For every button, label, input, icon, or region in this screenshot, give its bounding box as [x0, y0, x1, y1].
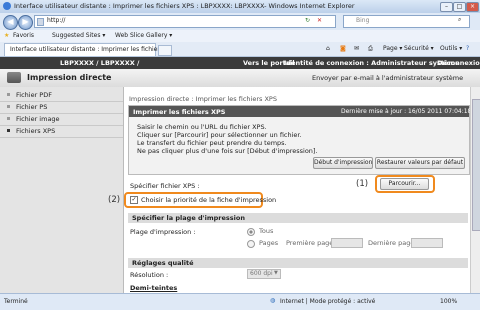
halftone-section-header: Demi-teintes [130, 284, 178, 292]
new-tab-button[interactable] [158, 45, 172, 56]
zone-text: Internet | Mode protégé : activé [280, 298, 376, 305]
ie-icon [3, 2, 11, 10]
search-icon[interactable]: ⌕ [458, 16, 461, 24]
home-icon[interactable]: ⌂ [326, 45, 330, 52]
instruction-line: Cliquer sur [Parcourir] pour sélectionne… [137, 131, 302, 139]
bullet-icon [7, 93, 10, 96]
range-pages-radio[interactable] [247, 240, 255, 248]
breadcrumb: Impression directe : Imprimer les fichie… [129, 95, 277, 103]
first-page-field[interactable] [331, 238, 363, 248]
forward-button[interactable]: ▶ [18, 15, 33, 30]
ticket-checkbox-label: Choisir la priorité de la fiche d'impres… [141, 196, 277, 204]
tools-menu[interactable]: Outils ▾ [440, 45, 462, 52]
ticket-checkbox[interactable]: ✓ [130, 196, 138, 204]
security-menu[interactable]: Sécurité ▾ [404, 45, 434, 52]
favorites-button[interactable]: Favoris [13, 32, 34, 39]
print-app-icon [7, 72, 21, 83]
device-header-bar: LBPXXXX / LBPXXXX / Vers le portail Iden… [0, 57, 480, 69]
status-text: Terminé [4, 298, 28, 305]
bullet-icon [7, 105, 10, 108]
chevron-down-icon: ▼ [274, 270, 278, 276]
mail-icon[interactable]: ✉ [354, 45, 359, 52]
bullet-icon [7, 129, 10, 132]
sidebar-item-xps[interactable]: Fichiers XPS [0, 125, 123, 138]
bullet-icon [7, 117, 10, 120]
instruction-line: Le transfert du fichier peut prendre du … [137, 139, 287, 147]
login-info: Identité de connexion : Administrateur s… [284, 59, 460, 67]
suggested-sites-link[interactable]: Suggested Sites ▾ [52, 32, 105, 39]
scrollbar[interactable] [470, 87, 480, 293]
web-slice-gallery-link[interactable]: Web Slice Gallery ▾ [115, 32, 172, 39]
star-icon: ★ [4, 32, 10, 39]
close-button[interactable]: × [466, 2, 479, 12]
start-print-button[interactable]: Début d'impression [313, 157, 373, 169]
tab-title: Interface utilisateur distante : Imprime… [10, 46, 171, 53]
page-icon [37, 18, 44, 26]
zoom-level[interactable]: 100% [440, 298, 457, 305]
instruction-line: Ne pas cliquer plus d'une fois sur [Débu… [137, 147, 318, 155]
file-label: Spécifier fichier XPS : [130, 182, 200, 190]
help-icon[interactable]: ? [466, 45, 469, 52]
url-input[interactable]: http:// ↻ ✕ [34, 15, 336, 28]
url-text: http:// [47, 17, 66, 24]
back-button[interactable]: ◀ [3, 15, 18, 30]
instruction-line: Saisir le chemin ou l'URL du fichier XPS… [137, 123, 267, 131]
callout-1: (1) [356, 179, 369, 189]
last-page-field[interactable] [411, 238, 443, 248]
logout-link[interactable]: Déconnexion [437, 59, 480, 67]
mail-admin-link[interactable]: Envoyer par e-mail à l'administrateur sy… [312, 74, 463, 82]
range-all-radio[interactable] [247, 228, 255, 236]
status-bar: Terminé ◍ Internet | Mode protégé : acti… [0, 293, 480, 310]
refresh-icon[interactable]: ↻ [305, 17, 310, 24]
panel-title: Imprimer les fichiers XPS [133, 108, 226, 116]
range-pages-label: Pages [259, 239, 279, 247]
search-input[interactable]: Bing ⌕ [343, 15, 470, 28]
print-xps-panel: Imprimer les fichiers XPS Dernière mise … [128, 105, 472, 175]
callout-2: (2) [108, 195, 121, 205]
print-icon[interactable]: ⎙ [368, 45, 373, 53]
resolution-select[interactable]: 600 dpi ▼ [247, 269, 281, 279]
restore-defaults-button[interactable]: Restaurer valeurs par défaut [375, 157, 465, 169]
range-section-header: Spécifier la plage d'impression [128, 213, 468, 223]
feeds-icon[interactable]: ◙ [340, 45, 346, 52]
search-placeholder: Bing [356, 17, 370, 24]
window-title-bar: Interface utilisateur distante : Imprime… [0, 0, 480, 14]
quality-section-header: Réglages qualité [128, 258, 468, 268]
page-menu[interactable]: Page ▾ [383, 45, 402, 52]
resolution-label: Résolution : [130, 271, 169, 279]
app-header: Impression directe Envoyer par e-mail à … [0, 69, 480, 88]
last-update: Dernière mise à jour : 16/05 2011 07:04:… [341, 108, 472, 115]
sidebar: Fichier PDF Fichier PS Fichier image Fic… [0, 87, 124, 293]
device-name: LBPXXXX / LBPXXXX / [60, 59, 140, 67]
scrollbar-thumb[interactable] [472, 99, 480, 231]
window-title: Interface utilisateur distante : Imprime… [14, 2, 355, 10]
range-label: Plage d'impression : [130, 228, 196, 236]
stop-icon[interactable]: ✕ [317, 17, 322, 24]
minimize-button[interactable]: – [440, 2, 453, 12]
first-page-label: Première page : [286, 239, 338, 247]
maximize-button[interactable]: □ [453, 2, 466, 12]
globe-icon: ◍ [270, 297, 276, 304]
browse-button[interactable]: Parcourir... [380, 178, 429, 190]
tab-bar: Interface utilisateur distante : Imprime… [0, 42, 480, 57]
range-all-label: Tous [259, 227, 274, 235]
app-title: Impression directe [27, 73, 112, 82]
